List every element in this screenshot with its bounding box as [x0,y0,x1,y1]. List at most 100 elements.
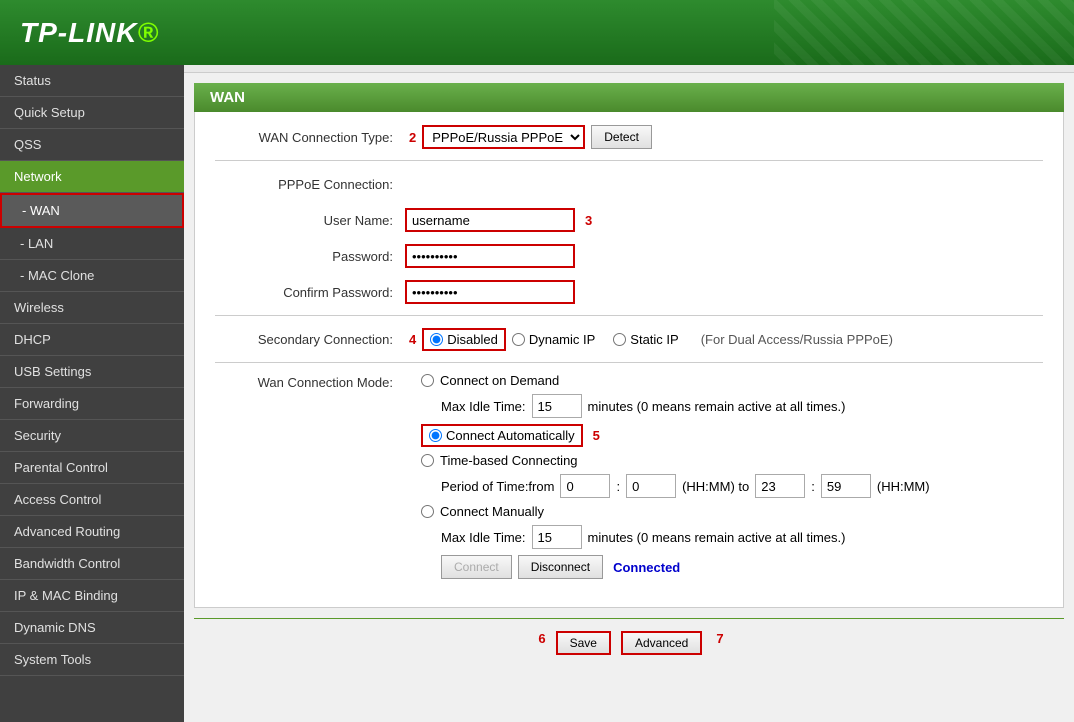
connect-button[interactable]: Connect [441,555,512,579]
time-based-row: Time-based Connecting [421,453,930,468]
pppoe-connection-row: PPPoE Connection: [215,171,1043,197]
sidebar-item-wan[interactable]: - WAN [0,193,184,228]
badge-6: 6 [538,631,545,655]
password-row: Password: [215,243,1043,269]
wan-connection-type-label: WAN Connection Type: [215,130,405,145]
connect-on-demand-row: Connect on Demand [421,373,930,388]
sidebar-item-ip-mac-binding[interactable]: IP & MAC Binding [0,580,184,612]
sidebar-item-dynamic-dns[interactable]: Dynamic DNS [0,612,184,644]
advanced-button[interactable]: Advanced [621,631,702,655]
connect-automatically-radio[interactable] [429,429,442,442]
username-control: 3 [405,208,592,232]
sidebar-item-access-control[interactable]: Access Control [0,484,184,516]
max-idle-time-label-2: Max Idle Time: [441,530,526,545]
secondary-disabled-radio[interactable] [430,333,443,346]
badge-4: 4 [409,332,416,347]
sidebar-item-bandwidth-control[interactable]: Bandwidth Control [0,548,184,580]
sidebar-item-quick-setup[interactable]: Quick Setup [0,97,184,129]
password-input[interactable] [405,244,575,268]
max-idle-time-note-1: minutes (0 means remain active at all ti… [588,399,846,414]
sidebar-item-network[interactable]: Network [0,161,184,193]
sidebar-item-status[interactable]: Status [0,65,184,97]
connect-automatically-label: Connect Automatically [446,428,575,443]
period-to-h-input[interactable] [755,474,805,498]
detect-button[interactable]: Detect [591,125,652,149]
username-input[interactable] [405,208,575,232]
max-idle-time-note-2: minutes (0 means remain active at all ti… [588,530,846,545]
max-idle-time-row-1: Max Idle Time: minutes (0 means remain a… [441,394,930,418]
period-label: Period of Time:from [441,479,554,494]
confirm-password-row: Confirm Password: [215,279,1043,305]
time-based-radio[interactable] [421,454,434,467]
divider-3 [215,362,1043,363]
username-row: User Name: 3 [215,207,1043,233]
confirm-password-label: Confirm Password: [215,285,405,300]
secondary-static-option: Static IP [613,332,678,347]
sidebar-item-wireless[interactable]: Wireless [0,292,184,324]
connect-manually-row: Connect Manually [421,504,930,519]
wan-connection-mode-label: Wan Connection Mode: [215,373,405,390]
disconnect-button[interactable]: Disconnect [518,555,603,579]
page-title: WAN [210,89,245,106]
divider-1 [215,160,1043,161]
max-idle-time-input-2[interactable] [532,525,582,549]
badge-5: 5 [593,428,600,443]
secondary-disabled-option: Disabled [422,328,506,351]
content-area: WAN Connection Type: 2 PPPoE/Russia PPPo… [194,112,1064,608]
footer-buttons: 6 Save Advanced 7 [194,618,1064,667]
badge-2: 2 [409,130,416,145]
sidebar-item-lan[interactable]: - LAN [0,228,184,260]
sidebar-item-forwarding[interactable]: Forwarding [0,388,184,420]
wan-connection-type-row: WAN Connection Type: 2 PPPoE/Russia PPPo… [215,124,1043,150]
wan-mode-section: Connect on Demand Max Idle Time: minutes… [421,373,930,585]
max-idle-time-row-2: Max Idle Time: minutes (0 means remain a… [441,525,930,549]
secondary-connection-row: Secondary Connection: 4 Disabled Dynamic… [215,326,1043,352]
username-label: User Name: [215,213,405,228]
connect-automatically-row: Connect Automatically 5 [421,424,930,447]
secondary-dynamic-label: Dynamic IP [529,332,595,347]
password-control [405,244,575,268]
confirm-password-input[interactable] [405,280,575,304]
wan-connection-type-control: 2 PPPoE/Russia PPPoE Detect [405,125,652,149]
sidebar-item-parental-control[interactable]: Parental Control [0,452,184,484]
connect-manually-radio[interactable] [421,505,434,518]
sidebar-item-advanced-routing[interactable]: Advanced Routing [0,516,184,548]
page-header: TP-LINK® [0,0,1074,65]
secondary-note: (For Dual Access/Russia PPPoE) [701,332,893,347]
colon-2: : [811,479,815,494]
sidebar-item-dhcp[interactable]: DHCP [0,324,184,356]
divider-2 [215,315,1043,316]
secondary-static-label: Static IP [630,332,678,347]
sidebar-item-security[interactable]: Security [0,420,184,452]
sub-header-stripe [184,65,1074,73]
sidebar-item-qss[interactable]: QSS [0,129,184,161]
connect-manually-label: Connect Manually [440,504,544,519]
secondary-dynamic-radio[interactable] [512,333,525,346]
period-from-h-input[interactable] [560,474,610,498]
period-hhmm2: (HH:MM) [877,479,930,494]
period-to-m-input[interactable] [821,474,871,498]
period-hhmm1: (HH:MM) to [682,479,749,494]
pppoe-connection-label: PPPoE Connection: [215,177,405,192]
connect-on-demand-radio[interactable] [421,374,434,387]
save-button[interactable]: Save [556,631,611,655]
max-idle-time-input-1[interactable] [532,394,582,418]
secondary-connection-control: 4 Disabled Dynamic IP Static IP [405,328,893,351]
period-from-m-input[interactable] [626,474,676,498]
secondary-static-radio[interactable] [613,333,626,346]
main-layout: Status Quick Setup QSS Network - WAN - L… [0,65,1074,722]
wan-connection-mode-row: Wan Connection Mode: Connect on Demand M… [215,373,1043,585]
connect-on-demand-label: Connect on Demand [440,373,559,388]
max-idle-time-label-1: Max Idle Time: [441,399,526,414]
badge-3: 3 [585,213,592,228]
sidebar-item-system-tools[interactable]: System Tools [0,644,184,676]
period-row: Period of Time:from : (HH:MM) to : (HH:M… [441,474,930,498]
secondary-dynamic-option: Dynamic IP [512,332,595,347]
sidebar-item-mac-clone[interactable]: - MAC Clone [0,260,184,292]
page-title-bar: WAN [194,83,1064,112]
connect-disconnect-row: Connect Disconnect Connected [441,555,930,579]
wan-connection-type-select[interactable]: PPPoE/Russia PPPoE [422,125,585,149]
secondary-disabled-label: Disabled [447,332,498,347]
sidebar-item-usb-settings[interactable]: USB Settings [0,356,184,388]
sidebar: Status Quick Setup QSS Network - WAN - L… [0,65,184,722]
